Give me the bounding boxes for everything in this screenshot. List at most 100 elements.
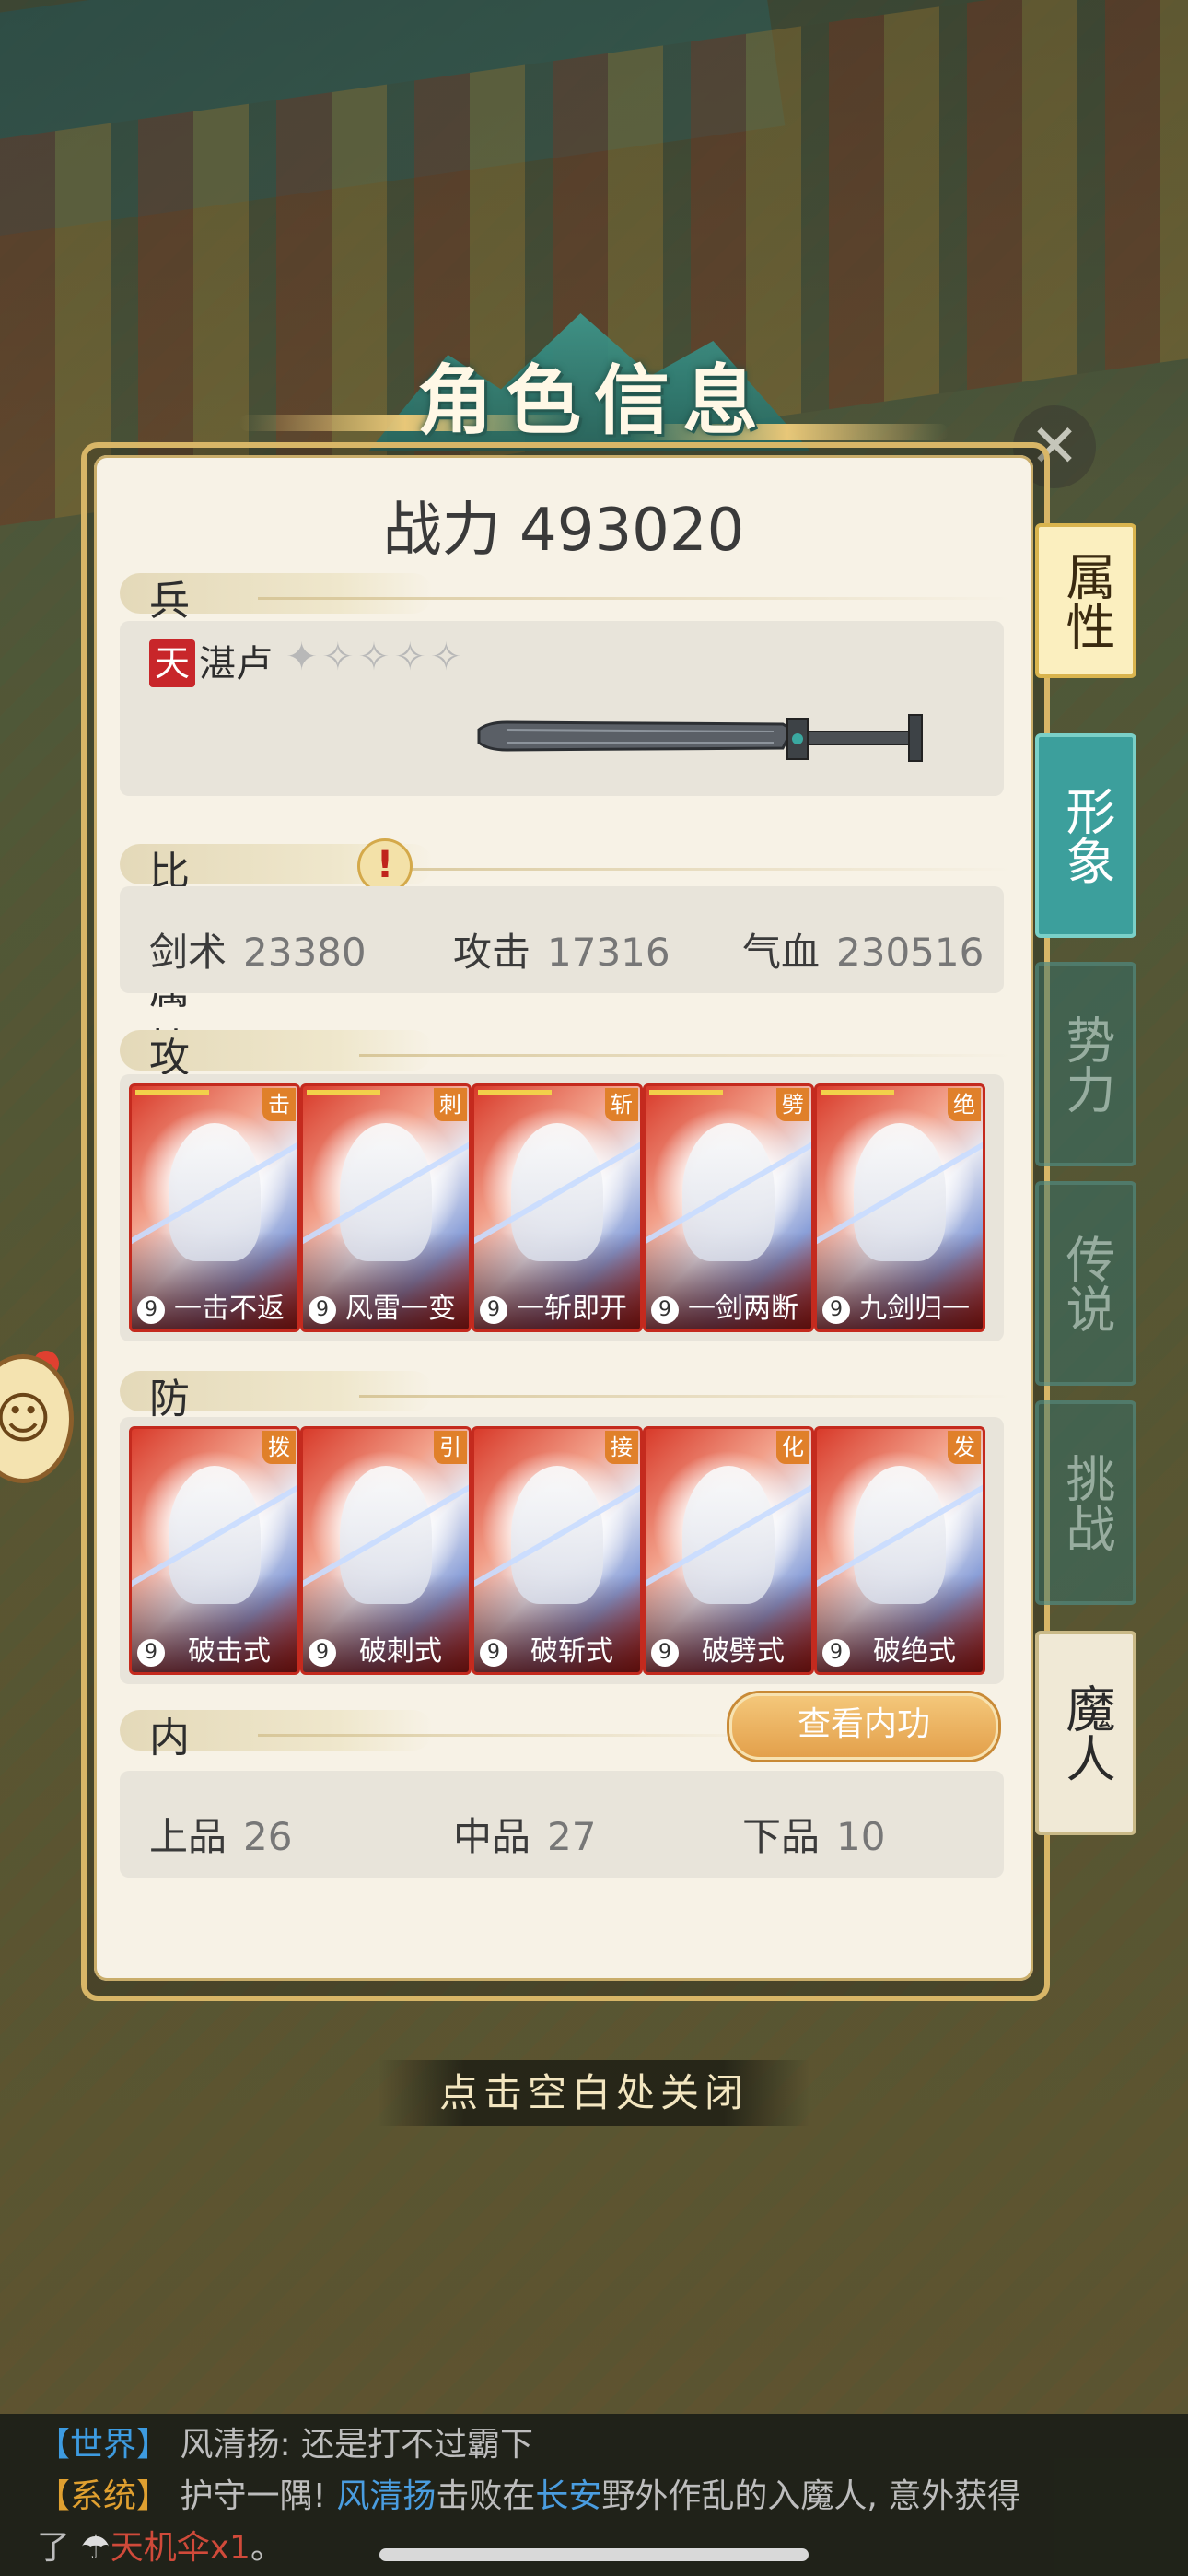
card-topbar — [821, 1090, 894, 1095]
card-type-badge: 引 — [434, 1431, 467, 1464]
card-level: 9 — [822, 1639, 850, 1667]
defense-moves-box: 拨 9 破击式 引 9 破刺式 接 9 破斩式 化 9 破劈式 发 9 破绝式 — [120, 1417, 1004, 1684]
character-info-panel: 战力 493020 兵器 天 湛卢 ✦✧✧✧✧ 比武属性 ! 剑术23380 攻… — [94, 455, 1033, 1981]
tab-attributes[interactable]: 属性 — [1035, 523, 1136, 678]
tab-label: 挑战 — [1057, 1453, 1115, 1552]
view-neigong-button[interactable]: 查看内功 — [729, 1693, 998, 1760]
home-indicator[interactable] — [379, 2548, 809, 2561]
neigong-middle: 中品 27 — [453, 1806, 596, 1862]
card-level: 9 — [822, 1296, 850, 1324]
section-line — [359, 1054, 1013, 1057]
card-level: 9 — [137, 1639, 165, 1667]
chat-text: 了 — [37, 2529, 71, 2567]
sword-icon — [477, 714, 923, 762]
chat-text: 。 — [250, 2529, 284, 2567]
attack-moves-box: 击 9 一击不返 刺 9 风雷一变 斩 9 一斩即开 劈 9 一剑两断 绝 9 … — [120, 1074, 1004, 1341]
tab-challenge[interactable]: 挑战 — [1035, 1400, 1136, 1605]
attr-label: 下品 — [742, 1814, 821, 1859]
attributes-box: 剑术 23380 攻击 17316 气血 230516 — [120, 886, 1004, 993]
defense-card[interactable]: 拨 9 破击式 — [129, 1426, 300, 1675]
attr-sword: 剑术 23380 — [149, 921, 367, 978]
card-level: 9 — [651, 1639, 679, 1667]
card-name: 一击不返 — [174, 1293, 285, 1325]
weapon-name: 湛卢 — [199, 643, 273, 685]
tab-label: 属性 — [1057, 551, 1115, 650]
attack-card[interactable]: 劈 9 一剑两断 — [643, 1083, 814, 1332]
warning-icon[interactable]: ! — [357, 838, 413, 894]
card-type-badge: 接 — [605, 1431, 638, 1464]
card-level: 9 — [309, 1639, 336, 1667]
attack-card[interactable]: 绝 9 九剑归一 — [814, 1083, 985, 1332]
chat-item[interactable]: 天机伞x1 — [111, 2529, 250, 2567]
card-type-badge: 化 — [776, 1431, 809, 1464]
combat-power: 战力 493020 — [382, 497, 745, 565]
tab-label: 形象 — [1057, 786, 1115, 885]
tab-faction[interactable]: 势力 — [1035, 962, 1136, 1166]
chat-player-name[interactable]: 风清扬 — [336, 2477, 436, 2515]
title-banner: 角色信息 — [239, 313, 949, 461]
card-type-badge: 刺 — [434, 1088, 467, 1121]
section-line — [258, 597, 1013, 600]
neigong-lower: 下品 10 — [742, 1806, 885, 1862]
attr-label: 上品 — [149, 1814, 227, 1859]
card-level: 9 — [480, 1639, 507, 1667]
card-name: 破刺式 — [359, 1635, 442, 1668]
card-name: 一斩即开 — [517, 1293, 627, 1325]
neigong-box: 上品 26 中品 27 下品 10 — [120, 1771, 1004, 1878]
tab-appearance[interactable]: 形象 — [1035, 733, 1136, 938]
chat-channel-system: 【系统】 — [37, 2477, 170, 2515]
section-line — [258, 1734, 774, 1737]
attr-value: 10 — [836, 1814, 886, 1859]
card-name: 风雷一变 — [345, 1293, 456, 1325]
card-type-badge: 拨 — [262, 1431, 296, 1464]
attack-card[interactable]: 击 9 一击不返 — [129, 1083, 300, 1332]
weapon-stars: ✦✧✧✧✧ — [285, 634, 466, 679]
chat-text: 击败在 — [436, 2477, 536, 2515]
neigong-upper: 上品 26 — [149, 1806, 292, 1862]
card-type-badge: 劈 — [776, 1088, 809, 1121]
attr-label: 剑术 — [149, 930, 227, 975]
card-level: 9 — [480, 1296, 507, 1324]
chat-line: 【系统】 护守一隅! 风清扬击败在长安野外作乱的入魔人, 意外获得 — [37, 2471, 1020, 2523]
attack-card[interactable]: 刺 9 风雷一变 — [300, 1083, 472, 1332]
tab-legend[interactable]: 传说 — [1035, 1181, 1136, 1386]
card-name: 一剑两断 — [688, 1293, 798, 1325]
section-line — [359, 868, 1013, 871]
attr-label: 中品 — [453, 1814, 531, 1859]
tab-label: 势力 — [1057, 1014, 1115, 1114]
card-name: 破劈式 — [702, 1635, 785, 1668]
weapon-box[interactable]: 天 湛卢 ✦✧✧✧✧ — [120, 621, 1004, 796]
card-name: 破绝式 — [873, 1635, 956, 1668]
card-topbar — [649, 1090, 723, 1095]
attack-card[interactable]: 斩 9 一斩即开 — [472, 1083, 643, 1332]
umbrella-icon: ☂ — [80, 2529, 111, 2567]
attr-label: 攻击 — [453, 930, 531, 975]
chat-text: 护守一隅! — [180, 2477, 337, 2515]
chat-line: 了 ☂天机伞x1。 — [37, 2523, 284, 2574]
card-level: 9 — [651, 1296, 679, 1324]
defense-card[interactable]: 接 9 破斩式 — [472, 1426, 643, 1675]
attr-value: 27 — [547, 1814, 597, 1859]
attr-value: 17316 — [547, 930, 670, 975]
defense-card[interactable]: 引 9 破刺式 — [300, 1426, 472, 1675]
attr-value: 23380 — [243, 930, 367, 975]
chat-message: 风清扬: 还是打不过霸下 — [180, 2426, 534, 2464]
card-type-badge: 击 — [262, 1088, 296, 1121]
chat-location[interactable]: 长安 — [535, 2477, 601, 2515]
chat-line: 【世界】 风清扬: 还是打不过霸下 — [37, 2419, 533, 2471]
card-type-badge: 绝 — [948, 1088, 981, 1121]
card-name: 九剑归一 — [859, 1293, 970, 1325]
card-type-badge: 斩 — [605, 1088, 638, 1121]
card-level: 9 — [137, 1296, 165, 1324]
defense-card[interactable]: 发 9 破绝式 — [814, 1426, 985, 1675]
tab-demon[interactable]: 魔人 — [1035, 1631, 1136, 1835]
attr-value: 230516 — [836, 930, 984, 975]
chat-text: 野外作乱的入魔人, 意外获得 — [601, 2477, 1021, 2515]
defense-card[interactable]: 化 9 破劈式 — [643, 1426, 814, 1675]
attr-label: 气血 — [742, 930, 821, 975]
card-topbar — [478, 1090, 552, 1095]
page-title: 角色信息 — [416, 357, 771, 445]
card-name: 破击式 — [188, 1635, 271, 1668]
close-hint[interactable]: 点击空白处关闭 — [378, 2060, 810, 2126]
attr-hp: 气血 230516 — [742, 921, 984, 978]
